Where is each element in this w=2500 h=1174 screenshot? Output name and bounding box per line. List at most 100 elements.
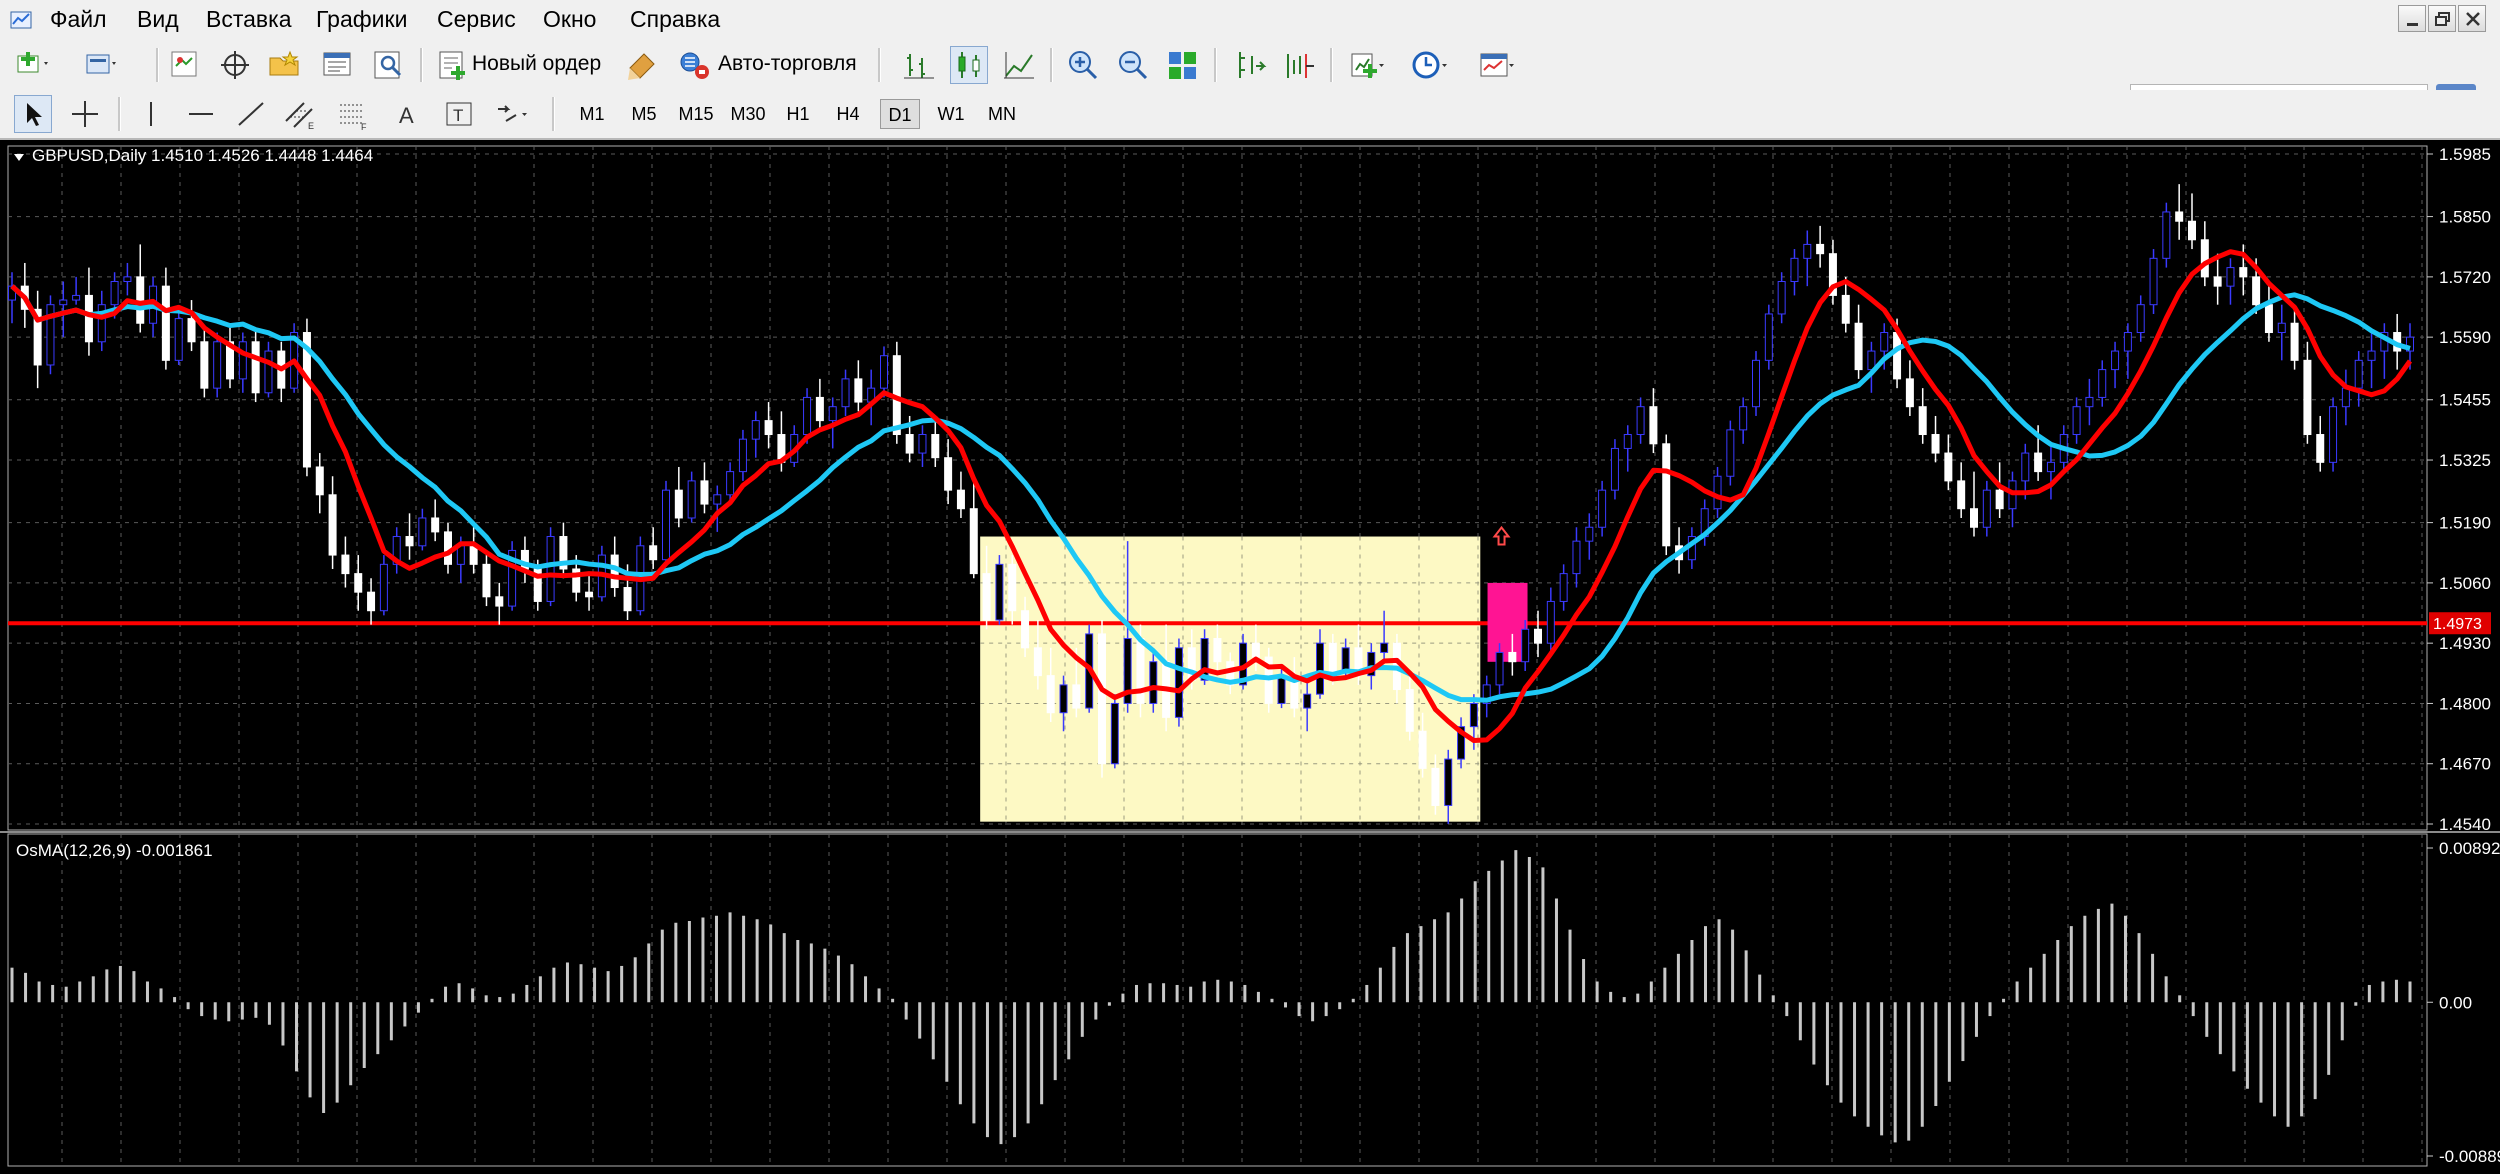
candle-body <box>1072 684 1081 709</box>
crosshair-icon[interactable] <box>66 95 104 133</box>
text-label-icon[interactable]: T <box>440 95 478 133</box>
minimize-button[interactable] <box>2398 5 2426 32</box>
arrows-icon[interactable] <box>492 95 530 133</box>
menu-file[interactable]: Файл <box>50 6 107 33</box>
line-chart-icon[interactable] <box>1000 46 1038 84</box>
chart-shift-icon[interactable] <box>1280 46 1318 84</box>
timeframe-m30[interactable]: M30 <box>726 99 770 129</box>
templates-icon[interactable] <box>1478 46 1516 84</box>
candle-body <box>315 466 324 496</box>
menu-window[interactable]: Окно <box>543 6 596 33</box>
equidistant-channel-icon[interactable]: E <box>282 95 320 133</box>
candle-body <box>662 489 670 561</box>
chart-window[interactable]: 1.5985 1.5850 1.5720 1.5590 1.5455 1.5325 1.51… <box>0 140 2500 1169</box>
zoom-out-icon[interactable] <box>1114 46 1152 84</box>
horizontal-line-price-label: 1.4973 <box>2433 616 2482 633</box>
candle-body <box>1662 443 1671 547</box>
vertical-line-icon[interactable] <box>132 95 170 133</box>
candle-body <box>1341 647 1350 672</box>
profiles-button[interactable] <box>82 46 120 84</box>
timeframe-m5[interactable]: M5 <box>624 99 664 129</box>
candle-body <box>2111 350 2120 371</box>
candle-body <box>2085 396 2094 408</box>
new-chart-button[interactable] <box>14 46 52 84</box>
candle-body <box>174 318 183 361</box>
candle-body <box>2341 387 2350 408</box>
candle-body <box>1277 675 1286 704</box>
candle-body <box>161 285 170 361</box>
menu-insert[interactable]: Вставка <box>206 6 292 33</box>
indicator-tick-label: 0.00892 <box>2439 839 2500 858</box>
menu-charts[interactable]: Графики <box>316 6 407 33</box>
menu-help[interactable]: Справка <box>630 6 720 33</box>
candle-body <box>418 517 427 547</box>
trendline-icon[interactable] <box>232 95 270 133</box>
timeframe-m1[interactable]: M1 <box>572 99 612 129</box>
collapse-triangle-icon[interactable] <box>14 154 24 161</box>
candle-body <box>1546 600 1555 644</box>
horizontal-line-icon[interactable] <box>182 95 220 133</box>
close-button[interactable] <box>2458 5 2486 32</box>
candle-body <box>2098 369 2107 398</box>
candle-body <box>1995 489 2004 510</box>
timeframe-h4[interactable]: H4 <box>828 99 868 129</box>
candle-body <box>1469 702 1478 728</box>
candle-body <box>2252 276 2261 306</box>
candlestick-chart-icon[interactable] <box>950 46 988 84</box>
menu-tools[interactable]: Сервис <box>437 6 516 33</box>
candle-body <box>1149 661 1158 704</box>
timeframe-mn[interactable]: MN <box>980 99 1024 129</box>
toolbar-separator <box>878 48 881 82</box>
timeframe-m15[interactable]: M15 <box>674 99 718 129</box>
terminal-window-icon[interactable] <box>318 46 356 84</box>
periods-clock-icon[interactable] <box>1410 46 1448 84</box>
candle-body <box>2188 220 2196 241</box>
svg-text:F: F <box>361 122 367 132</box>
strategy-tester-icon[interactable] <box>370 46 408 84</box>
line-studies-toolbar: E F A T <box>0 90 2500 140</box>
candle-body <box>2046 461 2055 473</box>
candle-body <box>764 420 773 436</box>
candle-body <box>1957 480 1966 510</box>
menu-view[interactable]: Вид <box>137 6 179 33</box>
candle-body <box>1905 378 1914 408</box>
navigator-icon[interactable] <box>216 46 254 84</box>
timeframe-d1[interactable]: D1 <box>880 99 920 129</box>
candle-body <box>2034 452 2043 473</box>
chart-canvas[interactable]: 1.5985 1.5850 1.5720 1.5590 1.5455 1.5325 1.51… <box>0 140 2500 1169</box>
candle-body <box>123 276 132 283</box>
zoom-in-icon[interactable] <box>1064 46 1102 84</box>
timeframe-h1[interactable]: H1 <box>778 99 818 129</box>
cursor-arrow-icon[interactable] <box>14 95 52 133</box>
candle-body <box>918 434 927 454</box>
candle-body <box>1790 257 1799 283</box>
new-order-button[interactable]: Новый ордер <box>472 52 601 76</box>
restore-button[interactable] <box>2428 5 2456 32</box>
timeframe-w1[interactable]: W1 <box>930 99 972 129</box>
candle-body <box>431 517 440 533</box>
new-order-icon[interactable] <box>434 46 472 84</box>
auto-trading-icon[interactable] <box>676 46 714 84</box>
metaeditor-icon[interactable] <box>624 46 662 84</box>
candle-body <box>1508 651 1517 663</box>
candle-body <box>1572 540 1581 575</box>
candle-body <box>200 341 209 389</box>
favorites-folder-icon[interactable] <box>266 46 304 84</box>
bar-chart-icon[interactable] <box>900 46 938 84</box>
candle-body <box>1136 638 1145 704</box>
tile-windows-icon[interactable] <box>1164 46 1202 84</box>
standard-toolbar: Новый ордер Авто-торговля <box>0 40 2500 124</box>
candle-body <box>1649 406 1658 445</box>
indicators-icon[interactable] <box>1348 46 1386 84</box>
price-tick-label: 1.5455 <box>2439 391 2491 410</box>
fibonacci-icon[interactable]: F <box>334 95 372 133</box>
candle-body <box>713 494 722 505</box>
market-watch-icon[interactable] <box>166 46 204 84</box>
text-icon[interactable]: A <box>388 95 426 133</box>
auto-trading-button[interactable]: Авто-торговля <box>718 52 857 76</box>
candle-body <box>1816 243 1825 255</box>
candle-body <box>585 591 594 598</box>
auto-scroll-icon[interactable] <box>1230 46 1268 84</box>
candle-body <box>2200 239 2209 278</box>
candle-body <box>1046 675 1055 714</box>
